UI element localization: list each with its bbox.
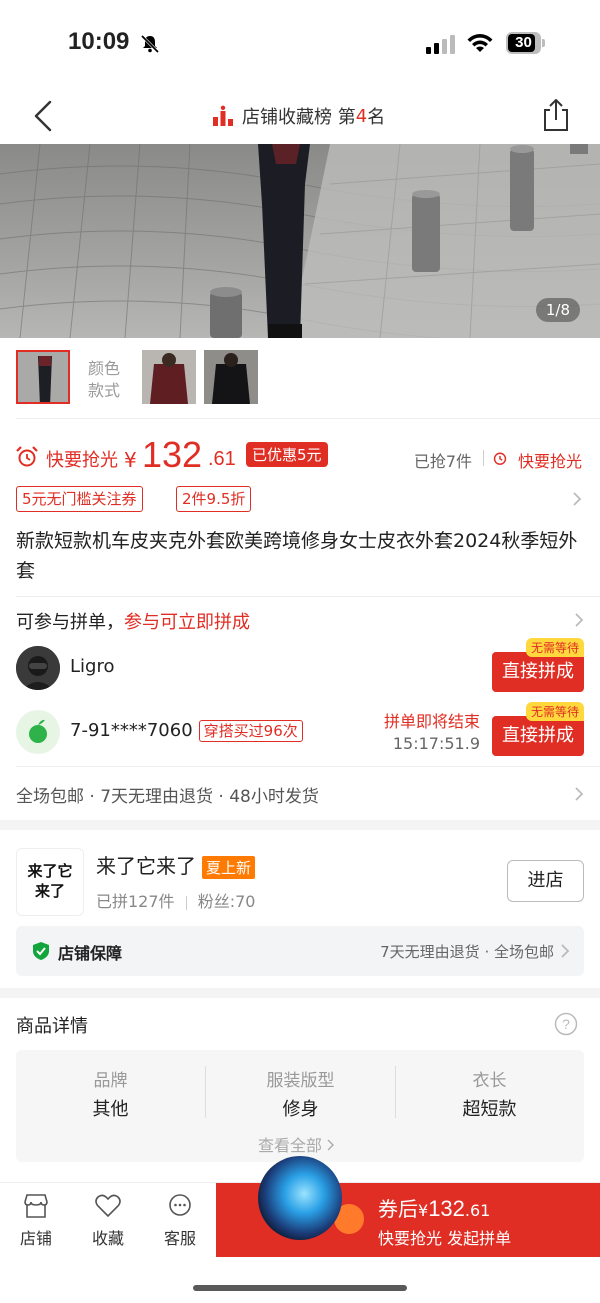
guarantee-detail: 7天无理由退货 · 全场包邮 [380, 943, 554, 961]
cta-price: 券后¥132.61 [378, 1196, 491, 1221]
status-time: 10:09 [68, 28, 130, 55]
back-button[interactable] [30, 98, 60, 134]
divider [16, 418, 600, 419]
no-wait-badge: 无需等待 [525, 702, 584, 721]
avatar [16, 646, 60, 690]
cta-label: 快要抢光 发起拼单 [378, 1229, 512, 1248]
group-user-name: Ligro [70, 656, 115, 677]
siri-orb-icon[interactable] [258, 1156, 342, 1240]
coupon-row[interactable]: 5元无门槛关注券 2件9.5折 [16, 486, 584, 512]
share-icon[interactable] [540, 98, 572, 132]
shield-check-icon [33, 942, 49, 960]
see-all-link[interactable]: 查看全部 [258, 1132, 335, 1156]
heart-icon [95, 1194, 121, 1218]
home-indicator[interactable] [193, 1285, 407, 1291]
ending-label: 拼单即将结束 [383, 712, 480, 731]
sold-count: 已抢7件 [413, 452, 472, 471]
separator [483, 450, 484, 466]
service-list[interactable]: 全场包邮 · 7天无理由退货 · 48小时发货 [16, 782, 319, 807]
divider [16, 596, 600, 597]
store-stats: 已拼127件 粉丝:70 [96, 892, 256, 911]
store-name[interactable]: 来了它来了 夏上新 [96, 850, 256, 879]
flash-sale-label-2: 快要抢光 [517, 452, 582, 471]
nav-bar: 店铺收藏榜 第 4 名 [0, 88, 600, 144]
store-guarantee[interactable]: 店铺保障 7天无理由退货 · 全场包邮 [16, 926, 584, 976]
help-icon[interactable]: ? [554, 1012, 578, 1036]
enter-store-button[interactable]: 进店 [507, 860, 584, 902]
battery-level: 30 [515, 34, 532, 51]
spec-item: 衣长 超短款 [462, 1071, 517, 1120]
summer-new-tag: 夏上新 [202, 856, 256, 879]
avatar [16, 710, 60, 754]
variant-thumb-1[interactable] [16, 350, 70, 404]
wifi-icon [467, 34, 493, 52]
spec-item: 服装版型 修身 [266, 1071, 335, 1120]
countdown: 15:17:51.9 [392, 734, 480, 753]
join-group-button[interactable]: 直接拼成 [492, 652, 584, 692]
rank-suffix: 名 [367, 107, 386, 128]
chevron-right-icon[interactable] [574, 612, 584, 628]
join-group-button[interactable]: 直接拼成 [492, 716, 584, 756]
product-photo [0, 144, 600, 338]
status-bar: 10:09 30 [0, 0, 600, 88]
group-buy-heading: 可参与拼单，参与可立即拼成 [16, 612, 250, 633]
chevron-right-icon[interactable] [574, 786, 584, 802]
coupon-tag[interactable]: 5元无门槛关注券 [16, 486, 143, 512]
chat-icon [169, 1194, 191, 1216]
chevron-right-icon [561, 944, 570, 958]
variant-thumb-2[interactable] [142, 350, 196, 404]
alarm-clock-icon [493, 452, 507, 465]
group-user-name: 7-91****7060 穿搭买过96次 [70, 720, 303, 742]
rank-prefix: 店铺收藏榜 第 [242, 107, 356, 128]
group-row: Ligro 直接拼成 无需等待 [16, 638, 584, 696]
chevron-right-icon [573, 492, 582, 506]
purchase-badge: 穿搭买过96次 [198, 720, 303, 742]
no-wait-badge: 无需等待 [525, 638, 584, 657]
battery-icon: 30 [506, 32, 546, 54]
product-title: 新款短款机车皮夹克外套欧美跨境修身女士皮衣外套2024秋季短外套 [16, 530, 578, 582]
price-currency: ¥ [124, 448, 137, 472]
flash-sale-label: 快要抢光 [46, 450, 118, 471]
variant-thumb-3[interactable] [204, 350, 258, 404]
ranking-icon [213, 105, 233, 126]
section-gap [0, 820, 600, 830]
divider [16, 766, 600, 767]
rank-number: 4 [355, 105, 368, 127]
tab-store[interactable]: 店铺 [6, 1193, 66, 1249]
store-rank-link[interactable]: 店铺收藏榜 第 4 名 [212, 102, 385, 130]
bell-muted-icon [140, 34, 160, 54]
discount-badge: 已优惠5元 [246, 442, 328, 467]
image-counter: 1/8 [535, 298, 580, 322]
tab-customer-service[interactable]: 客服 [150, 1193, 210, 1249]
tab-favorite[interactable]: 收藏 [78, 1193, 138, 1249]
svg-text:?: ? [562, 1016, 570, 1032]
variant-thumbnails: 颜色 款式 [16, 348, 586, 408]
guarantee-label: 店铺保障 [58, 944, 123, 963]
alarm-clock-icon [16, 446, 38, 467]
variant-label: 颜色 款式 [88, 359, 121, 400]
group-row: 7-91****7060 穿搭买过96次 拼单即将结束 15:17:51.9 直接… [16, 702, 584, 760]
product-image-carousel[interactable]: 1/8 [0, 144, 600, 338]
coupon-tag[interactable]: 2件9.5折 [176, 486, 252, 512]
details-heading: 商品详情 [16, 1016, 88, 1037]
chevron-right-icon [327, 1139, 335, 1151]
store-logo[interactable]: 来了它 来了 [16, 848, 84, 916]
store-icon [24, 1194, 48, 1218]
section-gap [0, 988, 600, 998]
price-integer: 132 [142, 434, 203, 475]
cellular-signal-icon [426, 35, 455, 54]
price-row: 快要抢光 ¥ 132 .61 已优惠5元 已抢7件 快要抢光 [16, 434, 584, 480]
group-ending: 拼单即将结束 15:17:51.9 [384, 708, 480, 753]
price-decimal: .61 [208, 448, 236, 470]
spec-item: 品牌 其他 [92, 1071, 129, 1120]
